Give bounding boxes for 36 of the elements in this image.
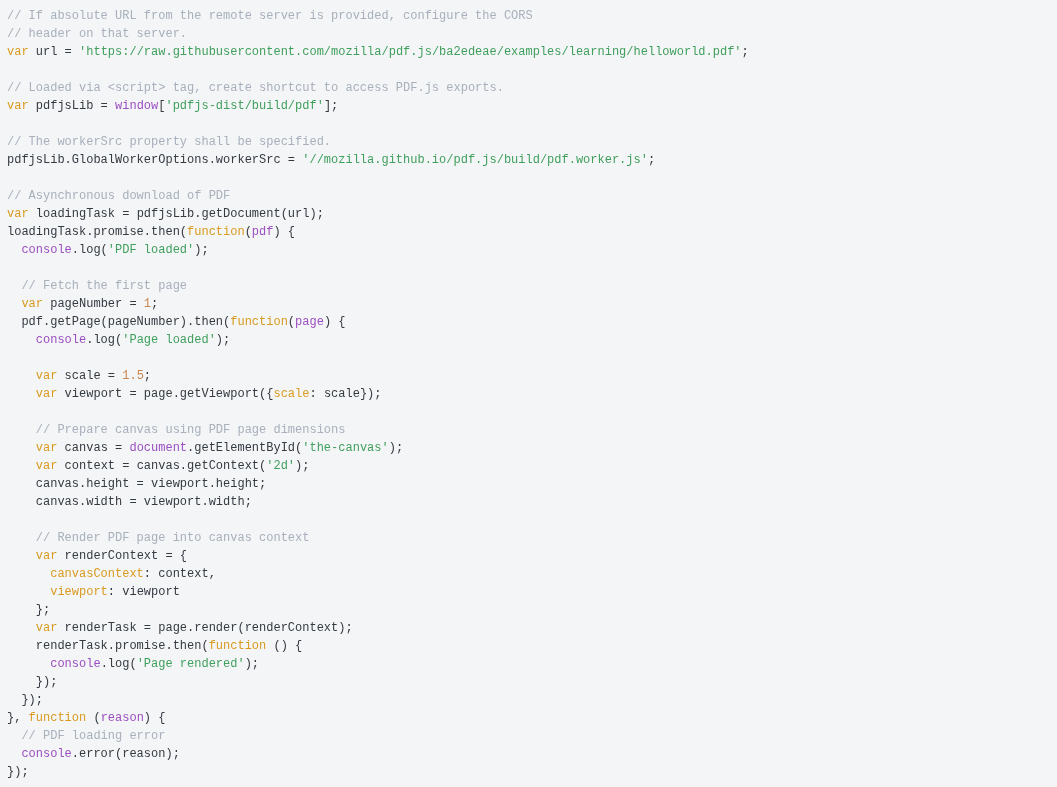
- code-line: pdfjsLib.GlobalWorkerOptions.workerSrc = '//mozilla.github.io/pdf.js/build/pdf.worker.js';: [7, 152, 656, 169]
- code-line: var loadingTask = pdfjsLib.getDocument(url);: [7, 206, 324, 223]
- code-line: // header on that server.: [7, 26, 188, 43]
- code-line: // Asynchronous download of PDF: [7, 188, 231, 205]
- code-line: renderTask.promise.then(function () {: [34, 638, 303, 655]
- code-line: // Prepare canvas using PDF page dimensions: [34, 422, 346, 439]
- code-line: console.log('PDF loaded');: [20, 242, 209, 259]
- code-line: canvasContext: context,: [49, 566, 216, 583]
- code-line: console.error(reason);: [20, 746, 180, 763]
- code-line: canvas.height = viewport.height;: [34, 476, 267, 493]
- code-line: console.log('Page rendered');: [49, 656, 260, 673]
- code-line: });: [20, 692, 43, 709]
- code-line: // PDF loading error: [20, 728, 166, 745]
- code-line: var scale = 1.5;: [34, 368, 152, 385]
- code-line: // Loaded via <script> tag, create shortcut to access PDF.js exports.: [7, 80, 504, 97]
- code-line: viewport: viewport: [49, 584, 180, 601]
- code-line: console.log('Page loaded');: [34, 332, 231, 349]
- code-line: canvas.width = viewport.width;: [34, 494, 252, 511]
- code-line: var pdfjsLib = window['pdfjs-dist/build/pdf'];: [7, 98, 339, 115]
- code-line: var url = 'https://raw.githubusercontent.com/mozilla/pdf.js/ba2edeae/examples/learning/helloworld.pdf';: [7, 44, 749, 61]
- code-line: var renderTask = page.render(renderContext);: [34, 620, 353, 637]
- code-line: });: [34, 674, 58, 691]
- code-line: var pageNumber = 1;: [20, 296, 159, 313]
- code-line: var canvas = document.getElementById('the-canvas');: [34, 440, 404, 457]
- code-line: // Render PDF page into canvas context: [34, 530, 310, 547]
- code-line: });: [7, 764, 29, 781]
- code-line: var viewport = page.getViewport({scale: scale});: [34, 386, 382, 403]
- code-line: // The workerSrc property shall be specified.: [7, 134, 332, 151]
- code-line: };: [34, 602, 51, 619]
- code-line: loadingTask.promise.then(function(pdf) {: [7, 224, 296, 241]
- code-line: // Fetch the first page: [20, 278, 188, 295]
- code-line: var context = canvas.getContext('2d');: [34, 458, 310, 475]
- code-line: var renderContext = {: [34, 548, 188, 565]
- code-line: pdf.getPage(pageNumber).then(function(page) {: [20, 314, 346, 331]
- code-line: // If absolute URL from the remote server is provided, configure the CORS: [7, 8, 533, 25]
- code-line: }, function (reason) {: [7, 710, 166, 727]
